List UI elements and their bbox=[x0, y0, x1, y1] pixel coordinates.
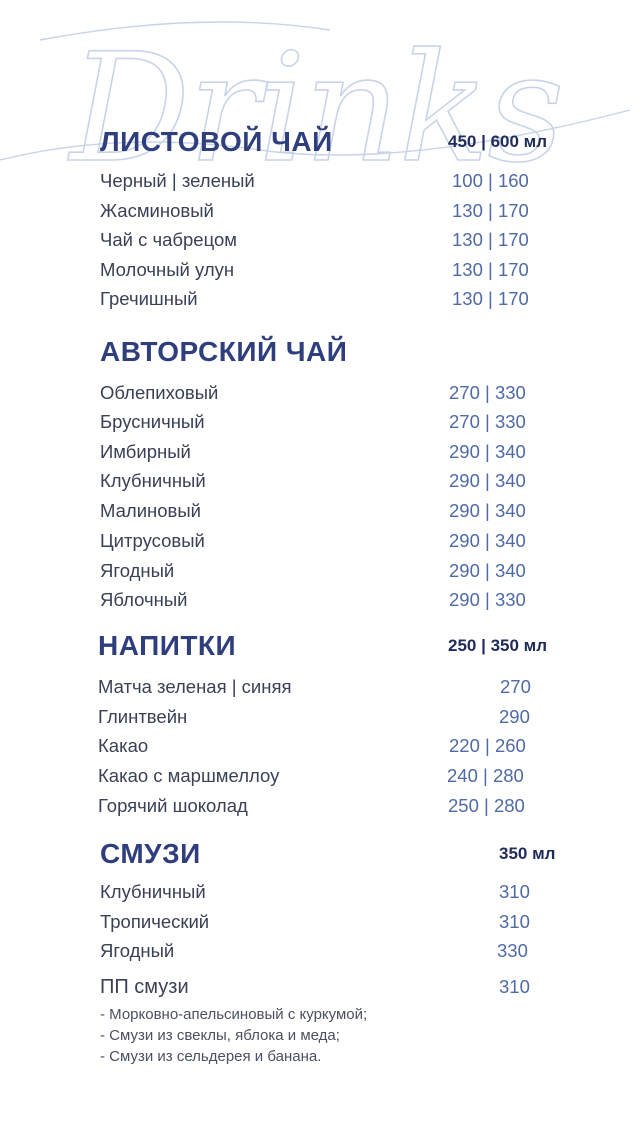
item-price: 270 bbox=[500, 676, 531, 697]
item-price: 290 | 340 bbox=[449, 470, 526, 491]
menu-item: Какао с маршмеллоу 240 | 280 bbox=[0, 765, 640, 789]
item-price: 130 | 170 bbox=[452, 288, 529, 309]
item-name: Клубничный bbox=[100, 470, 206, 491]
menu-item: Ягодный 290 | 340 bbox=[0, 560, 640, 584]
item-name: ПП смузи bbox=[100, 976, 189, 998]
item-price: 310 bbox=[499, 911, 530, 932]
item-price: 100 | 160 bbox=[452, 170, 529, 191]
item-name: Какао bbox=[98, 735, 149, 756]
menu-item: Цитрусовый 290 | 340 bbox=[0, 530, 640, 554]
menu-item: Яблочный 290 | 330 bbox=[0, 589, 640, 613]
item-name: Гречишный bbox=[100, 288, 198, 309]
item-price: 290 bbox=[499, 706, 530, 727]
section-title: НАПИТКИ bbox=[98, 630, 237, 661]
menu-item: Глинтвейн 290 bbox=[0, 706, 640, 730]
menu-item: Клубничный 310 bbox=[0, 881, 640, 905]
menu-item: Малиновый 290 | 340 bbox=[0, 500, 640, 524]
section-title: СМУЗИ bbox=[100, 838, 201, 869]
menu-item: Черный | зеленый 100 | 160 bbox=[0, 170, 640, 194]
menu-item: Имбирный 290 | 340 bbox=[0, 441, 640, 465]
item-name: Малиновый bbox=[100, 500, 202, 521]
menu-item: Облепиховый 270 | 330 bbox=[0, 382, 640, 406]
item-name: Глинтвейн bbox=[98, 706, 188, 727]
item-price: 240 | 280 bbox=[447, 765, 524, 786]
section-title: ЛИСТОВОЙ ЧАЙ bbox=[100, 126, 333, 157]
item-name: Ягодный bbox=[100, 940, 175, 961]
item-price: 270 | 330 bbox=[449, 411, 526, 432]
item-price: 290 | 330 bbox=[449, 589, 526, 610]
note-line: - Морковно-апельсиновый с куркумой; bbox=[100, 1006, 368, 1023]
menu-item: Брусничный 270 | 330 bbox=[0, 411, 640, 435]
item-name: Клубничный bbox=[100, 881, 206, 902]
menu-item: Гречишный 130 | 170 bbox=[0, 288, 640, 312]
menu-item: Матча зеленая | синяя 270 bbox=[0, 676, 640, 700]
item-price: 330 bbox=[497, 940, 528, 961]
menu-item: Какао 220 | 260 bbox=[0, 735, 640, 759]
item-name: Тропический bbox=[100, 911, 210, 932]
item-name: Брусничный bbox=[100, 411, 205, 432]
item-price: 130 | 170 bbox=[452, 259, 529, 280]
menu-item: Жасминовый 130 | 170 bbox=[0, 200, 640, 224]
section-volume: 250 | 350 мл bbox=[448, 636, 548, 655]
note-line: - Смузи из сельдерея и банана. bbox=[100, 1048, 322, 1065]
smoothie-notes: - Морковно-апельсиновый с куркумой; - См… bbox=[100, 1004, 367, 1067]
item-name: Имбирный bbox=[100, 441, 191, 462]
item-name: Молочный улун bbox=[100, 259, 235, 280]
menu-page: Drinks ЛИСТОВОЙ ЧАЙ 450 | 600 мл Черный … bbox=[0, 0, 640, 1138]
item-name: Какао с маршмеллоу bbox=[98, 765, 280, 786]
item-price: 290 | 340 bbox=[449, 560, 526, 581]
item-name: Облепиховый bbox=[100, 382, 219, 403]
item-price: 130 | 170 bbox=[452, 200, 529, 221]
item-price: 310 bbox=[499, 881, 530, 902]
item-name: Цитрусовый bbox=[100, 530, 205, 551]
item-price: 290 | 340 bbox=[449, 441, 526, 462]
item-price: 270 | 330 bbox=[449, 382, 526, 403]
item-name: Черный | зеленый bbox=[100, 170, 255, 191]
item-price: 250 | 280 bbox=[448, 795, 525, 816]
note-line: - Смузи из свеклы, яблока и меда; bbox=[100, 1027, 340, 1044]
item-name: Яблочный bbox=[100, 589, 188, 610]
section-title: АВТОРСКИЙ ЧАЙ bbox=[100, 336, 348, 367]
item-name: Горячий шоколад bbox=[98, 795, 248, 816]
menu-item: Молочный улун 130 | 170 bbox=[0, 259, 640, 283]
menu-item: ПП смузи 310 bbox=[0, 976, 640, 1000]
menu-item: Чай с чабрецом 130 | 170 bbox=[0, 229, 640, 253]
item-price: 310 bbox=[499, 976, 530, 997]
item-name: Жасминовый bbox=[100, 200, 214, 221]
item-price: 290 | 340 bbox=[449, 500, 526, 521]
item-price: 220 | 260 bbox=[449, 735, 526, 756]
menu-item: Клубничный 290 | 340 bbox=[0, 470, 640, 494]
menu-item: Горячий шоколад 250 | 280 bbox=[0, 795, 640, 819]
menu-item: Ягодный 330 bbox=[0, 940, 640, 964]
section-volume: 450 | 600 мл bbox=[448, 132, 548, 151]
section-volume: 350 мл bbox=[499, 844, 556, 863]
item-price: 290 | 340 bbox=[449, 530, 526, 551]
item-name: Ягодный bbox=[100, 560, 175, 581]
menu-item: Тропический 310 bbox=[0, 911, 640, 935]
item-name: Чай с чабрецом bbox=[100, 229, 237, 250]
item-name: Матча зеленая | синяя bbox=[98, 676, 292, 697]
item-price: 130 | 170 bbox=[452, 229, 529, 250]
